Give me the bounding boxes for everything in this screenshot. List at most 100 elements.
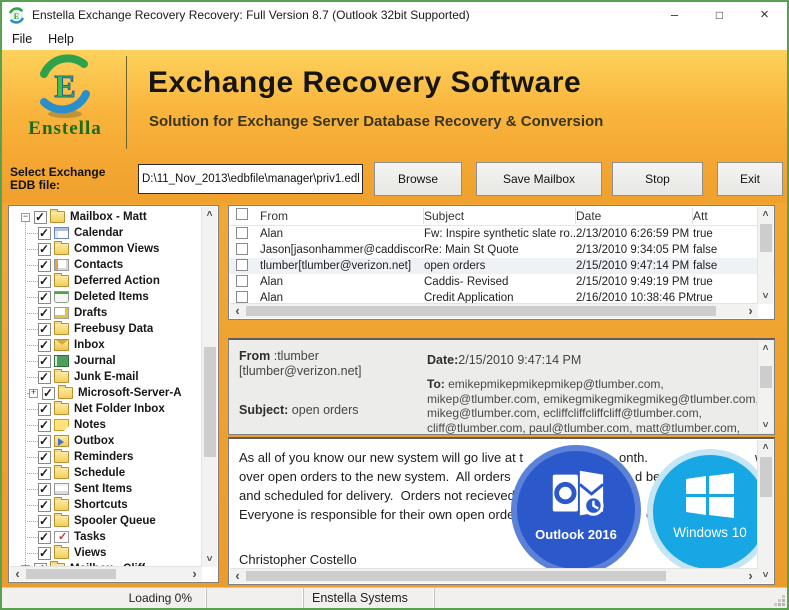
tree-checkbox[interactable]: [34, 211, 47, 224]
scroll-right-icon[interactable]: [743, 569, 758, 583]
save-mailbox-button[interactable]: Save Mailbox: [476, 162, 602, 196]
body-vertical-scrollbar[interactable]: [757, 440, 773, 583]
tree-checkbox[interactable]: [38, 499, 51, 512]
tree-checkbox[interactable]: [38, 515, 51, 528]
mail-row[interactable]: Jason[jasonhammer@caddiscon... Re: Main …: [229, 242, 774, 258]
tree-checkbox[interactable]: [38, 531, 51, 544]
tree-item-journal[interactable]: Journal: [9, 353, 201, 369]
mail-checkbox[interactable]: [236, 291, 248, 303]
scrollbar-thumb[interactable]: [246, 571, 666, 581]
scroll-down-icon[interactable]: [758, 568, 773, 583]
scroll-left-icon[interactable]: [10, 567, 25, 581]
column-header-from[interactable]: From: [258, 208, 424, 224]
tree-item-junk-email[interactable]: Junk E-mail: [9, 369, 201, 385]
tree-checkbox[interactable]: [38, 355, 51, 368]
expander-expand-icon[interactable]: [29, 389, 38, 398]
scrollbar-thumb[interactable]: [760, 457, 772, 497]
body-horizontal-scrollbar[interactable]: [230, 568, 758, 583]
browse-button[interactable]: Browse: [374, 162, 462, 196]
column-header-date[interactable]: Date: [576, 208, 693, 224]
scroll-down-icon[interactable]: [202, 552, 217, 567]
tree-item-deferred-action[interactable]: Deferred Action: [9, 273, 201, 289]
exit-button[interactable]: Exit: [717, 162, 783, 196]
tree-item-calendar[interactable]: Calendar: [9, 225, 201, 241]
tree-item-net-folder-inbox[interactable]: Net Folder Inbox: [9, 401, 201, 417]
mail-checkbox[interactable]: [236, 259, 248, 271]
minimize-button[interactable]: [652, 2, 697, 28]
resize-grip[interactable]: [782, 603, 785, 606]
scroll-up-icon[interactable]: [758, 341, 773, 356]
maximize-button[interactable]: [697, 2, 742, 28]
scrollbar-thumb[interactable]: [760, 224, 772, 252]
close-button[interactable]: [742, 2, 787, 28]
mail-list-header[interactable]: From Subject Date Att: [229, 206, 774, 226]
header-vertical-scrollbar[interactable]: [757, 341, 773, 433]
tree-item-contacts[interactable]: Contacts: [9, 257, 201, 273]
scrollbar-thumb[interactable]: [246, 306, 716, 316]
tree-item-views[interactable]: Views: [9, 545, 201, 561]
mail-checkbox[interactable]: [236, 227, 248, 239]
mail-row[interactable]: Alan Caddis- Revised 2/15/2010 9:49:19 P…: [229, 274, 774, 290]
select-all-checkbox[interactable]: [236, 208, 248, 220]
edb-path-input[interactable]: [138, 164, 363, 194]
expander-collapse-icon[interactable]: [21, 213, 30, 222]
scroll-up-icon[interactable]: [202, 207, 217, 222]
tree-checkbox[interactable]: [38, 243, 51, 256]
tree-item-schedule[interactable]: Schedule: [9, 465, 201, 481]
tree-checkbox[interactable]: [38, 451, 51, 464]
tree-item-spooler-queue[interactable]: Spooler Queue: [9, 513, 201, 529]
tree-item-deleted-items[interactable]: Deleted Items: [9, 289, 201, 305]
mail-list-vertical-scrollbar[interactable]: [757, 207, 773, 304]
mail-row[interactable]: Alan Fw: Inspire synthetic slate ro... 2…: [229, 226, 774, 242]
tree-item-tasks[interactable]: Tasks: [9, 529, 201, 545]
tree-checkbox[interactable]: [42, 387, 55, 400]
tree-vertical-scrollbar[interactable]: [201, 207, 217, 567]
column-header-att[interactable]: Att: [693, 209, 753, 223]
tree-checkbox[interactable]: [38, 227, 51, 240]
scrollbar-thumb[interactable]: [26, 569, 116, 579]
tree-item-common-views[interactable]: Common Views: [9, 241, 201, 257]
tree-checkbox[interactable]: [38, 371, 51, 384]
menu-help[interactable]: Help: [40, 30, 82, 48]
tree-checkbox[interactable]: [38, 323, 51, 336]
menu-file[interactable]: File: [4, 30, 40, 48]
tree-item-mailbox-matt[interactable]: Mailbox - Matt: [9, 209, 201, 225]
tree-checkbox[interactable]: [38, 547, 51, 560]
scroll-up-icon[interactable]: [758, 440, 773, 455]
tree-item-inbox[interactable]: Inbox: [9, 337, 201, 353]
tree-checkbox[interactable]: [38, 435, 51, 448]
tree-checkbox[interactable]: [38, 259, 51, 272]
tree-horizontal-scrollbar[interactable]: [10, 566, 202, 581]
tree-checkbox[interactable]: [38, 467, 51, 480]
scroll-down-icon[interactable]: [758, 289, 773, 304]
tree-item-notes[interactable]: Notes: [9, 417, 201, 433]
mail-checkbox[interactable]: [236, 243, 248, 255]
tree-checkbox[interactable]: [38, 291, 51, 304]
tree-checkbox[interactable]: [38, 275, 51, 288]
scrollbar-thumb[interactable]: [760, 366, 772, 388]
mail-list-horizontal-scrollbar[interactable]: [230, 303, 758, 318]
tree-checkbox[interactable]: [38, 339, 51, 352]
scroll-right-icon[interactable]: [743, 304, 758, 318]
column-header-subject[interactable]: Subject: [424, 208, 576, 224]
title-bar[interactable]: E Enstella Exchange Recovery Recovery: F…: [2, 2, 787, 28]
mail-row-selected[interactable]: tlumber[tlumber@verizon.net] open orders…: [229, 258, 774, 274]
scroll-left-icon[interactable]: [230, 569, 245, 583]
tree-checkbox[interactable]: [38, 483, 51, 496]
tree-item-outbox[interactable]: Outbox: [9, 433, 201, 449]
tree-item-microsoft-server[interactable]: Microsoft-Server-A: [9, 385, 201, 401]
scroll-right-icon[interactable]: [187, 567, 202, 581]
tree-checkbox[interactable]: [38, 403, 51, 416]
tree-item-sent-items[interactable]: Sent Items: [9, 481, 201, 497]
tree-checkbox[interactable]: [38, 307, 51, 320]
tree-item-shortcuts[interactable]: Shortcuts: [9, 497, 201, 513]
stop-button[interactable]: Stop: [612, 162, 703, 196]
scrollbar-thumb[interactable]: [204, 347, 216, 457]
mail-checkbox[interactable]: [236, 275, 248, 287]
scroll-up-icon[interactable]: [758, 207, 773, 222]
tree-item-drafts[interactable]: Drafts: [9, 305, 201, 321]
tree-item-reminders[interactable]: Reminders: [9, 449, 201, 465]
tree-item-freebusy-data[interactable]: Freebusy Data: [9, 321, 201, 337]
scroll-left-icon[interactable]: [230, 304, 245, 318]
scroll-down-icon[interactable]: [758, 418, 773, 433]
